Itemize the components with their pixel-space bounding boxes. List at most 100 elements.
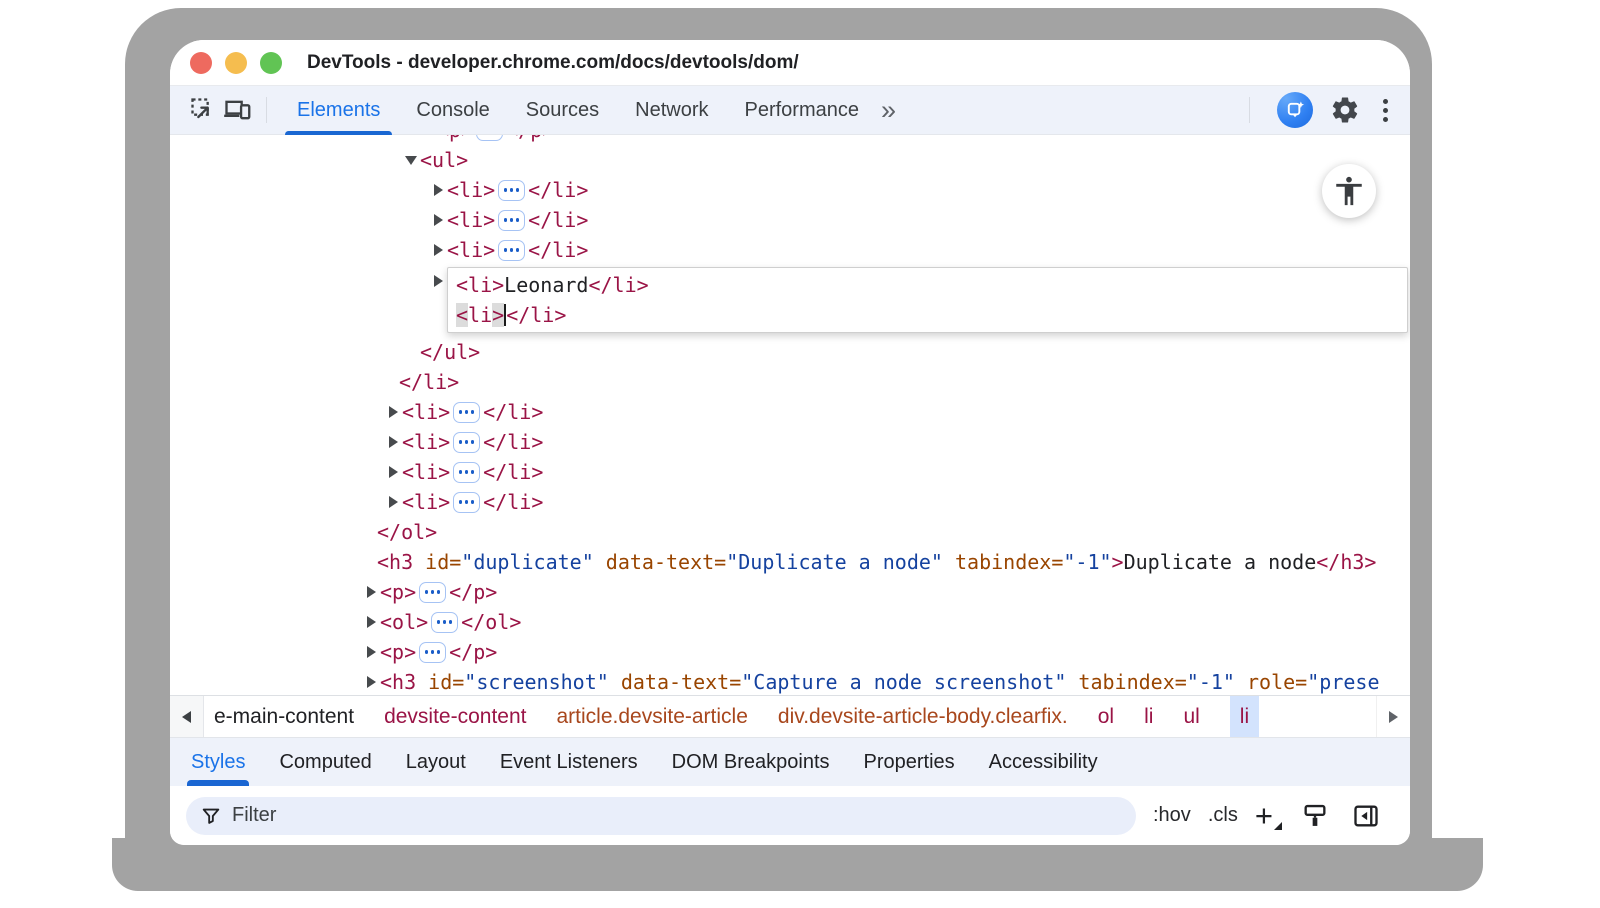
accessibility-overlay-button[interactable]: [1322, 164, 1376, 218]
more-tabs-chevron[interactable]: »: [881, 95, 896, 126]
toggle-pseudo-state-button[interactable]: :hov: [1153, 804, 1191, 827]
expand-children-ellipsis[interactable]: [453, 492, 480, 513]
dom-tree-row[interactable]: <p></p>: [170, 577, 1410, 607]
dom-tree-row[interactable]: <p></p>: [170, 135, 1410, 145]
dom-tree-row[interactable]: <ol></ol>: [170, 607, 1410, 637]
filter-input[interactable]: [232, 804, 1122, 827]
toggle-sidebar-icon: [1352, 802, 1380, 830]
dom-tree-row[interactable]: <li></li>: [170, 427, 1410, 457]
tag-token: </ol>: [377, 520, 437, 544]
window-title: DevTools - developer.chrome.com/docs/dev…: [307, 52, 799, 74]
disclosure-down-icon[interactable]: [402, 156, 420, 165]
expand-children-ellipsis[interactable]: [498, 180, 525, 201]
disclosure-right-icon[interactable]: [429, 244, 447, 256]
dom-tree-row[interactable]: </ul>: [170, 337, 1410, 367]
minimize-window-button[interactable]: [225, 52, 247, 74]
tab-elements[interactable]: Elements: [279, 86, 398, 134]
tab-network[interactable]: Network: [617, 86, 726, 134]
disclosure-right-icon[interactable]: [362, 616, 380, 628]
disclosure-right-icon[interactable]: [429, 275, 447, 287]
device-toolbar-icon: [223, 96, 251, 124]
expand-children-ellipsis[interactable]: [498, 240, 525, 261]
settings-button[interactable]: [1328, 93, 1362, 127]
toolbar-divider: [266, 97, 267, 123]
disclosure-right-icon[interactable]: [384, 496, 402, 508]
tab-console[interactable]: Console: [398, 86, 507, 134]
sidebar-tab-accessibility[interactable]: Accessibility: [972, 738, 1115, 786]
more-options-kebab-icon[interactable]: [1377, 93, 1394, 128]
attribute-value-token: "-1": [1187, 670, 1247, 694]
breadcrumb-item-e-main-content[interactable]: e-main-content: [214, 696, 354, 737]
tab-sources[interactable]: Sources: [508, 86, 617, 134]
tag-token: <li>: [456, 273, 504, 297]
sidebar-tab-styles[interactable]: Styles: [174, 738, 262, 786]
expand-children-ellipsis[interactable]: [498, 210, 525, 231]
disclosure-right-icon[interactable]: [384, 436, 402, 448]
sidebar-tab-event-listeners[interactable]: Event Listeners: [483, 738, 655, 786]
close-window-button[interactable]: [190, 52, 212, 74]
breadcrumb-item-li[interactable]: li: [1230, 696, 1259, 737]
tag-token: <ul>: [420, 148, 468, 172]
chevron-right-icon: [1389, 711, 1398, 723]
sidebar-tab-dom-breakpoints[interactable]: DOM Breakpoints: [655, 738, 847, 786]
html-edit-box[interactable]: <li>Leonard</li><li></li>: [447, 267, 1408, 333]
disclosure-right-icon[interactable]: [362, 586, 380, 598]
breadcrumb-item-li[interactable]: li: [1144, 696, 1153, 737]
dom-tree-row[interactable]: <h3 id="duplicate" data-text="Duplicate …: [170, 547, 1410, 577]
tag-token: </ul>: [420, 340, 480, 364]
ai-assistance-button[interactable]: [1277, 92, 1313, 128]
tag-token: <li>: [402, 400, 450, 424]
sidebar-tab-computed[interactable]: Computed: [262, 738, 388, 786]
dom-tree-row[interactable]: </li>: [170, 367, 1410, 397]
dom-tree-row[interactable]: <li></li>: [170, 487, 1410, 517]
disclosure-right-icon[interactable]: [429, 214, 447, 226]
node-text-token: Leonard: [504, 273, 588, 297]
tag-token: </li>: [483, 490, 543, 514]
expand-children-ellipsis[interactable]: [431, 612, 458, 633]
attribute-name-token: tabindex=: [955, 550, 1063, 574]
breadcrumb-item-div-devsite-article-body-clearfix[interactable]: div.devsite-article-body.clearfix.: [778, 696, 1068, 737]
inspect-element-button[interactable]: [186, 93, 220, 127]
dom-tree-row[interactable]: </ol>: [170, 517, 1410, 547]
expand-children-ellipsis[interactable]: [419, 642, 446, 663]
chevron-left-icon: [182, 711, 191, 723]
toggle-element-classes-button[interactable]: .cls: [1208, 804, 1238, 827]
dom-tree-row[interactable]: <li></li>: [170, 235, 1410, 265]
rendering-emulations-button[interactable]: [1298, 799, 1332, 833]
disclosure-right-icon[interactable]: [384, 466, 402, 478]
dom-tree-row[interactable]: <li></li>: [170, 175, 1410, 205]
dom-tree-row[interactable]: <li></li>: [170, 457, 1410, 487]
breadcrumb-item-ol[interactable]: ol: [1098, 696, 1114, 737]
sidebar-tab-layout[interactable]: Layout: [389, 738, 483, 786]
disclosure-right-icon[interactable]: [384, 406, 402, 418]
disclosure-right-icon[interactable]: [362, 646, 380, 658]
attribute-name-token: id=: [425, 550, 461, 574]
new-style-rule-button[interactable]: +: [1255, 800, 1273, 831]
expand-children-ellipsis[interactable]: [476, 135, 503, 141]
expand-children-ellipsis[interactable]: [453, 402, 480, 423]
attribute-value-token: "prese: [1307, 670, 1379, 694]
dom-tree-row[interactable]: <li></li>: [170, 397, 1410, 427]
breadcrumb-scroll-left-button[interactable]: [170, 696, 204, 737]
disclosure-right-icon[interactable]: [362, 676, 380, 688]
breadcrumb-scroll-right-button[interactable]: [1376, 696, 1410, 737]
dom-tree-row[interactable]: <p></p>: [170, 637, 1410, 667]
breadcrumb-item-article-devsite-article[interactable]: article.devsite-article: [557, 696, 748, 737]
dom-tree-row-editing[interactable]: <li>Leonard</li><li></li>: [170, 265, 1410, 337]
zoom-window-button[interactable]: [260, 52, 282, 74]
disclosure-right-icon[interactable]: [429, 184, 447, 196]
expand-children-ellipsis[interactable]: [419, 582, 446, 603]
tag-token: </li>: [528, 238, 588, 262]
expand-children-ellipsis[interactable]: [453, 432, 480, 453]
dom-tree-row[interactable]: <li></li>: [170, 205, 1410, 235]
device-toolbar-button[interactable]: [220, 93, 254, 127]
attribute-value-token: "Capture a node screenshot": [741, 670, 1078, 694]
toggle-sidebar-button[interactable]: [1349, 799, 1383, 833]
dom-tree-row[interactable]: <ul>: [170, 145, 1410, 175]
sidebar-tab-properties[interactable]: Properties: [847, 738, 972, 786]
breadcrumb-item-devsite-content[interactable]: devsite-content: [384, 696, 526, 737]
tab-performance[interactable]: Performance: [727, 86, 878, 134]
expand-children-ellipsis[interactable]: [453, 462, 480, 483]
dom-tree-row[interactable]: <h3 id="screenshot" data-text="Capture a…: [170, 667, 1410, 695]
breadcrumb-item-ul[interactable]: ul: [1183, 696, 1199, 737]
